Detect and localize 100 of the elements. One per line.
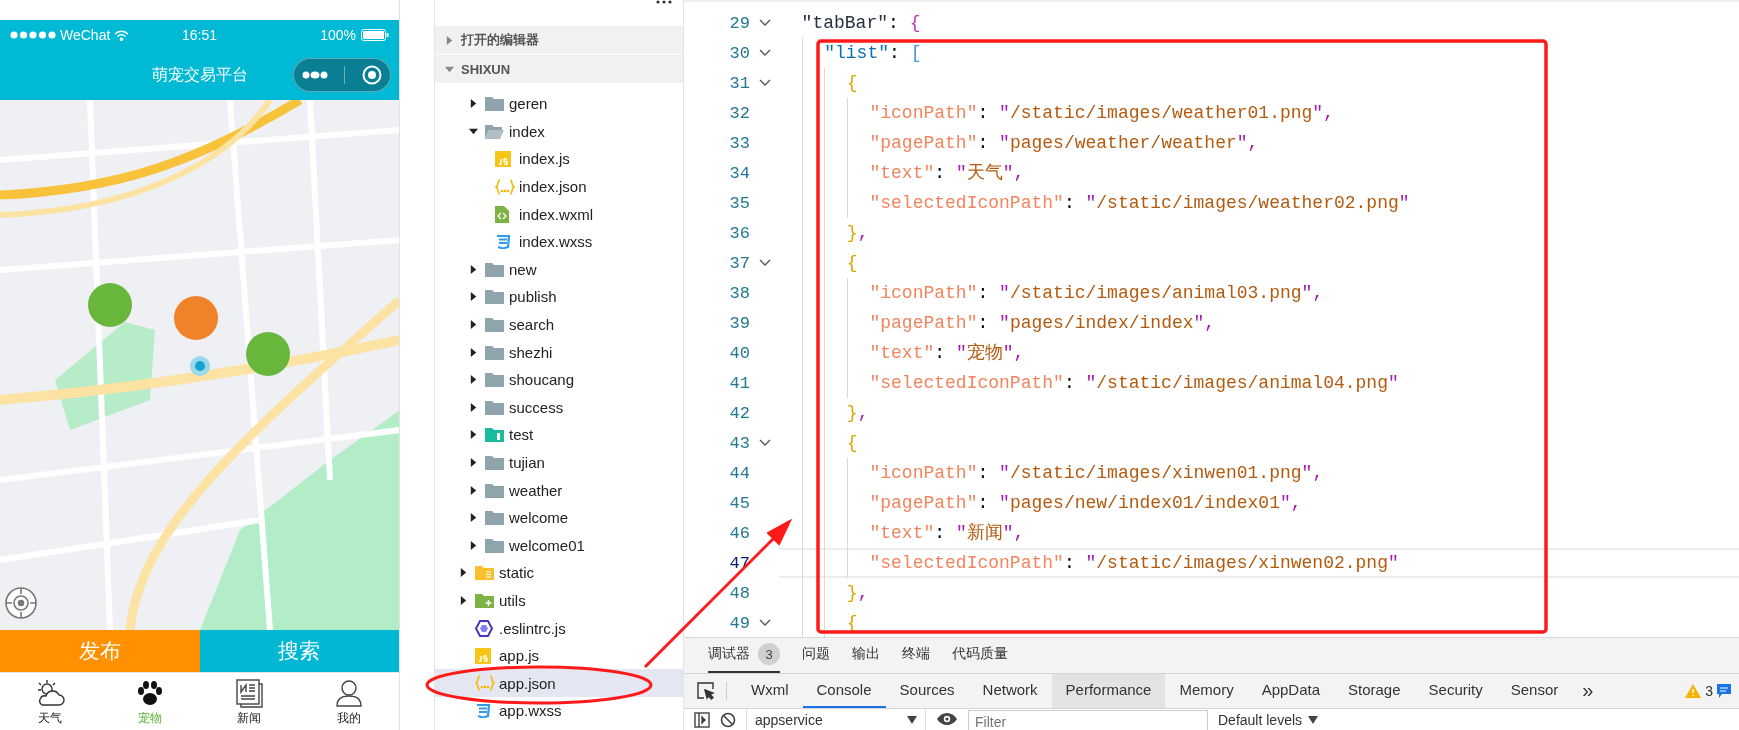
message-icon[interactable] [1717,683,1731,698]
section-header[interactable]: SHIXUN [435,55,683,83]
context-select[interactable]: appservice [746,709,926,730]
tree-item[interactable]: utils [435,586,683,615]
tree-item[interactable]: index [435,117,683,146]
panel-tab[interactable]: 问题 [802,638,830,673]
fold-chevron-icon[interactable] [758,439,771,447]
carrier-name: WeChat [60,27,111,43]
collapse-caret-icon[interactable] [469,458,478,467]
tree-item[interactable]: .eslintrc.js [435,614,683,642]
line-number: 42 [728,403,750,423]
wifi-icon [114,29,130,41]
code-line: "list": [ [779,38,922,68]
tree-item[interactable]: test [435,421,683,449]
code-line: "selectedIconPath": "/static/images/xinwen02.png" [779,548,1399,578]
more-icon[interactable] [655,0,673,6]
tab-bar-item[interactable]: 新闻 [199,673,300,730]
panel-tab[interactable]: 输出 [852,638,880,673]
tree-item[interactable]: index.json [435,172,683,201]
tree-item[interactable]: static [435,559,683,587]
fold-chevron-icon[interactable] [758,19,771,27]
fold-chevron-icon[interactable] [758,619,771,627]
tree-item[interactable]: search [435,310,683,339]
collapse-caret-icon[interactable] [469,320,478,330]
tab-label: 调试器 [708,645,750,664]
collapse-caret-icon[interactable] [469,264,478,274]
tree-item[interactable]: publish [435,283,683,311]
devtools-tab[interactable]: Memory [1165,673,1248,709]
tree-item[interactable]: shezhi [435,338,683,366]
collapse-caret-icon[interactable] [469,540,478,550]
line-number: 29 [728,13,750,33]
devtools-tab[interactable]: Network [968,673,1052,709]
devtools-tab[interactable]: AppData [1247,673,1334,709]
tree-item[interactable]: success [435,393,683,422]
close-target-icon[interactable] [361,65,382,85]
tab-label: 问题 [802,645,830,664]
fold-chevron-icon[interactable] [758,79,771,87]
fold-chevron-icon[interactable] [758,259,771,267]
panel-tab[interactable]: 终端 [902,638,930,673]
tree-item[interactable]: index.wxml [435,200,683,228]
tree-item[interactable]: weather [435,476,683,504]
tree-item[interactable]: app.js [435,641,683,670]
line-number: 34 [728,163,750,183]
eye-icon[interactable] [936,712,958,727]
code-line: "pagePath": "pages/new/index01/index01", [779,488,1302,518]
devtools-tab[interactable]: Sensor [1496,673,1573,709]
stylesheet-icon [475,703,491,719]
fold-chevron-icon[interactable] [758,49,771,57]
collapse-caret-icon[interactable] [459,596,468,605]
filter-field[interactable]: Filter [968,710,1208,730]
levels-dropdown[interactable]: Default levels [1218,709,1319,730]
tree-item[interactable]: welcome01 [435,531,683,560]
inspect-icon[interactable] [696,680,716,701]
tab-bar-item[interactable]: 天气 [0,673,100,730]
collapse-caret-icon[interactable] [469,402,478,412]
line-number: 40 [728,343,750,363]
locate-icon[interactable] [4,586,38,620]
tree-item[interactable]: tujian [435,448,683,477]
collapse-caret-icon[interactable] [459,568,468,578]
panel-tab[interactable]: 调试器 3 [708,638,780,673]
tree-item[interactable]: app.json [435,669,683,698]
collapse-caret-icon[interactable] [469,430,478,440]
folder-icon [485,289,504,305]
collapse-caret-icon[interactable] [469,485,478,495]
devtools-tab[interactable]: Storage [1334,673,1415,709]
panel-tab[interactable]: 代码质量 [952,638,1008,673]
tree-item[interactable]: index.js [435,145,683,173]
collapse-caret-icon[interactable] [469,292,478,302]
expand-caret-icon[interactable] [469,126,478,136]
devtools-tab[interactable]: Performance [1051,673,1166,709]
clear-block-icon[interactable] [720,712,736,729]
hexagon-icon [475,619,493,637]
line-number: 48 [728,583,750,603]
tree-item[interactable]: shoucang [435,365,683,394]
tree-item[interactable]: welcome [435,503,683,532]
devtools-tab[interactable]: Sources [885,673,969,709]
line-number: 39 [728,313,750,333]
tab-label: 终端 [902,645,930,664]
collapse-caret-icon[interactable] [469,99,478,109]
code-line: "pagePath": "pages/index/index", [779,308,1216,338]
tree-item[interactable]: app.wxss [435,697,683,725]
collapse-caret-icon[interactable] [469,513,478,523]
person-icon [334,678,365,708]
tree-item[interactable]: new [435,255,683,284]
line-number: 31 [728,73,750,93]
devtools-tab[interactable]: Security [1414,673,1497,709]
section-header[interactable]: 打开的编辑器 [435,26,683,54]
tab-bar-item[interactable]: 我的 [299,673,399,730]
line-number: 43 [728,433,750,453]
folder-icon [485,317,504,333]
collapse-caret-icon[interactable] [469,375,478,385]
sidebar-toggle-icon[interactable] [694,712,710,729]
devtools-tab[interactable]: Wxml [737,673,803,709]
js-file-icon [475,647,491,664]
collapse-caret-icon[interactable] [469,347,478,357]
tree-item[interactable]: index.wxss [435,227,683,256]
open-folder-icon [485,123,504,139]
overflow-chevron[interactable]: » [1572,673,1604,709]
code-line: "text": "天气", [779,158,1025,188]
tree-item[interactable]: geren [435,90,683,118]
